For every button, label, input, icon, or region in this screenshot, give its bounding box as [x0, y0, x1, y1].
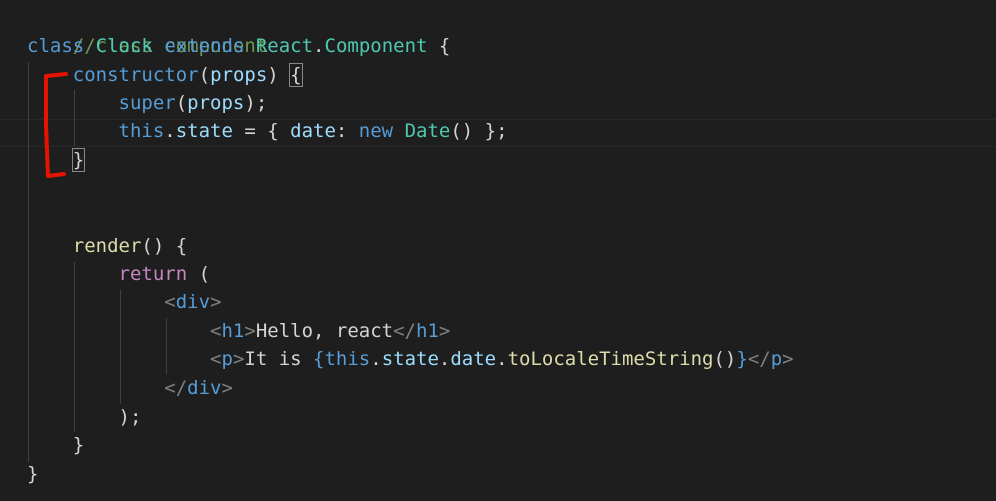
jsx-tag: p: [770, 348, 783, 370]
code-line-16[interactable]: }: [27, 431, 84, 459]
property: state: [381, 348, 439, 370]
code-line-10[interactable]: return (: [27, 260, 211, 288]
method-name: render: [72, 235, 142, 257]
code-line-12[interactable]: <h1>Hello, react</h1>: [27, 317, 450, 345]
jsx-tag: div: [187, 377, 222, 399]
code-line-11[interactable]: <div>: [27, 288, 221, 316]
code-line-1[interactable]: //class component: [27, 4, 267, 57]
variable: props: [187, 92, 245, 114]
jsx-tag: h1: [221, 320, 245, 342]
parameter: props: [210, 64, 268, 86]
jsx-tag: div: [175, 291, 211, 313]
matching-brace: {: [289, 63, 303, 87]
jsx-text: It is: [244, 348, 314, 370]
jsx-tag: p: [221, 348, 233, 370]
keyword: super: [118, 92, 176, 114]
code-line-14[interactable]: </div>: [27, 374, 233, 402]
keyword: new: [358, 120, 394, 142]
keyword: extends: [164, 35, 245, 57]
keyword: class: [27, 35, 85, 57]
property: date: [290, 120, 336, 142]
keyword: this: [118, 120, 165, 142]
code-editor[interactable]: //class component class Clock extends Re…: [0, 0, 996, 501]
code-line-13[interactable]: <p>It is {this.state.date.toLocaleTimeSt…: [27, 345, 794, 373]
class-name: Clock: [95, 35, 153, 57]
method-call: toLocaleTimeString: [507, 348, 714, 370]
property: state: [175, 120, 233, 142]
red-bracket-annotation: [44, 72, 68, 178]
keyword: return: [118, 263, 188, 285]
class-name: Component: [324, 35, 428, 57]
class-name: Date: [404, 120, 451, 142]
code-line-15[interactable]: );: [27, 403, 142, 431]
jsx-text: Hello, react: [255, 320, 394, 342]
code-line-9[interactable]: render() {: [27, 232, 187, 260]
code-line-17[interactable]: }: [27, 460, 38, 488]
jsx-tag: h1: [416, 320, 439, 342]
code-line-2[interactable]: class Clock extends React.Component {: [27, 32, 450, 60]
property: date: [450, 348, 497, 370]
keyword: this: [324, 348, 371, 370]
class-name: React: [255, 35, 314, 57]
